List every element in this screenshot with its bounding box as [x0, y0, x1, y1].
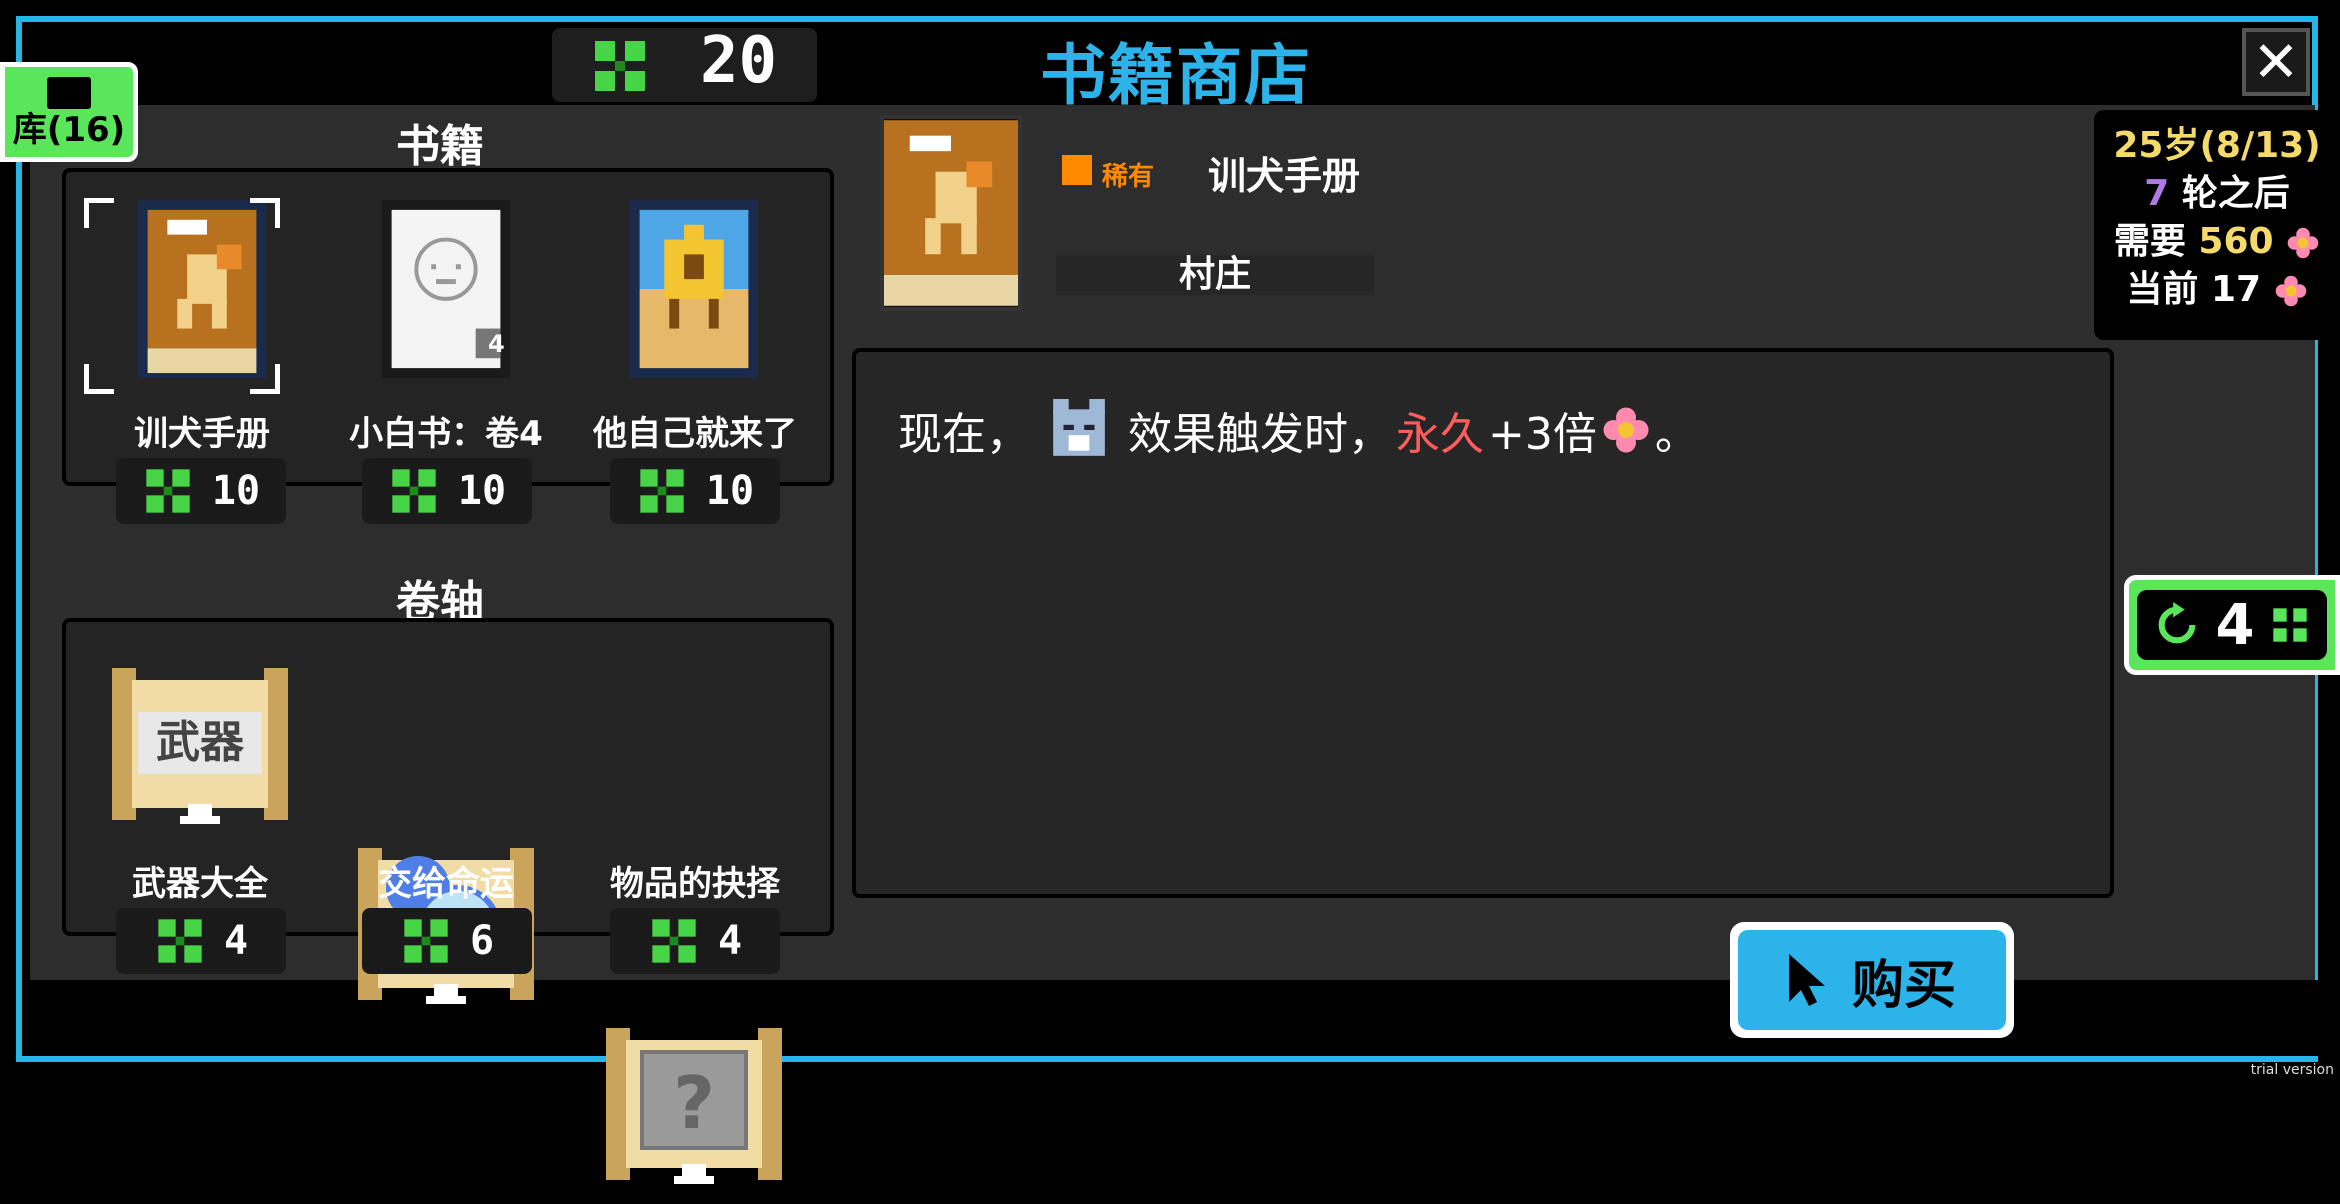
price-tag: 10	[362, 458, 532, 524]
rarity-label: 稀有	[1102, 162, 1155, 192]
scroll-name: 交给命运	[378, 864, 514, 904]
rarity-icon	[1062, 155, 1092, 185]
item-description: 现在， 效果触发时， 永久 +3倍 。	[898, 398, 1699, 462]
white-book-icon: 4	[381, 200, 511, 378]
reroll-button[interactable]: 4	[2124, 575, 2340, 675]
book-name: 他自己就来了	[593, 414, 797, 454]
clover-icon	[158, 919, 202, 963]
price-value: 10	[457, 468, 507, 514]
mystery-scroll-icon: ?	[606, 1028, 782, 1184]
selected-book-icon	[880, 115, 1022, 311]
svg-text:?: ?	[673, 1061, 715, 1145]
progress-info: 25岁(8/13) 7 轮之后 需要 560 当前 17	[2094, 110, 2340, 340]
scroll-card-item-choice[interactable]: ?	[606, 1020, 782, 1200]
buy-button[interactable]: 购买	[1730, 922, 2014, 1038]
item-category: 村庄	[1056, 255, 1374, 295]
scroll-card-weapons[interactable]: 武器	[112, 660, 288, 840]
rounds-text: 轮之后	[2181, 173, 2290, 214]
money-bag-book-icon	[629, 200, 759, 378]
books-section-title: 书籍	[396, 121, 484, 172]
need-value: 560	[2198, 221, 2274, 262]
desc-permanent: 永久	[1396, 409, 1484, 460]
clover-icon	[640, 469, 684, 513]
clover-icon	[652, 919, 696, 963]
clover-icon	[595, 41, 645, 91]
price-value: 10	[211, 468, 261, 514]
desc-suffix: +3倍	[1488, 409, 1597, 460]
cursor-icon	[1788, 954, 1825, 1006]
flower-icon	[2287, 227, 2319, 259]
price-tag: 10	[610, 458, 780, 524]
price-value: 10	[705, 468, 755, 514]
library-label: 库(16)	[12, 110, 126, 150]
price-value: 4	[717, 918, 743, 964]
clover-icon	[392, 469, 436, 513]
age-label: 25岁(8/13)	[2113, 125, 2321, 166]
currency-display	[552, 28, 817, 102]
price-tag: 6	[362, 908, 532, 974]
desc-mid: 效果触发时，	[1128, 409, 1392, 460]
price-value: 6	[469, 918, 495, 964]
scroll-name: 武器大全	[132, 864, 268, 904]
reroll-count: 4	[2215, 592, 2255, 658]
clover-icon	[146, 469, 190, 513]
trial-watermark: trial version	[2250, 1062, 2334, 1078]
refresh-icon	[2158, 602, 2195, 644]
current-value: 17	[2210, 269, 2262, 310]
current-label: 当前	[2126, 269, 2199, 310]
desc-prefix: 现在，	[898, 409, 1030, 460]
flower-icon	[2275, 275, 2306, 307]
currency-amount: 20	[700, 24, 778, 98]
price-tag: 4	[610, 908, 780, 974]
price-value: 4	[223, 918, 249, 964]
clover-icon	[2273, 608, 2308, 642]
folder-icon	[47, 77, 91, 109]
flower-icon	[1603, 407, 1649, 453]
desc-end: 。	[1654, 409, 1699, 460]
close-button[interactable]: ✕	[2242, 28, 2310, 96]
book-card-white-book[interactable]: 4	[346, 200, 546, 378]
book-name: 训犬手册	[134, 414, 270, 454]
scroll-art-label: 武器	[138, 712, 262, 774]
reroll-inner: 4	[2137, 590, 2327, 660]
wolf-icon	[1053, 399, 1105, 456]
close-icon: ✕	[2252, 29, 2300, 95]
page-title: 书籍商店	[1040, 37, 1312, 114]
volume-badge: 4	[488, 330, 505, 358]
need-label: 需要	[2113, 221, 2186, 262]
price-tag: 4	[116, 908, 286, 974]
scroll-name: 物品的抉择	[610, 864, 780, 904]
selection-brackets	[84, 198, 280, 394]
price-tag: 10	[116, 458, 286, 524]
selected-item-name: 训犬手册	[1208, 154, 1361, 198]
rounds-number: 7	[2144, 173, 2170, 214]
buy-label: 购买	[1851, 955, 1956, 1016]
book-card-dog-manual[interactable]	[84, 198, 302, 394]
clover-icon	[404, 919, 448, 963]
library-tab[interactable]: 库(16)	[0, 62, 138, 162]
book-card-came-himself[interactable]	[594, 200, 794, 378]
book-name: 小白书：卷4	[349, 414, 543, 454]
buy-inner: 购买	[1738, 930, 2006, 1030]
